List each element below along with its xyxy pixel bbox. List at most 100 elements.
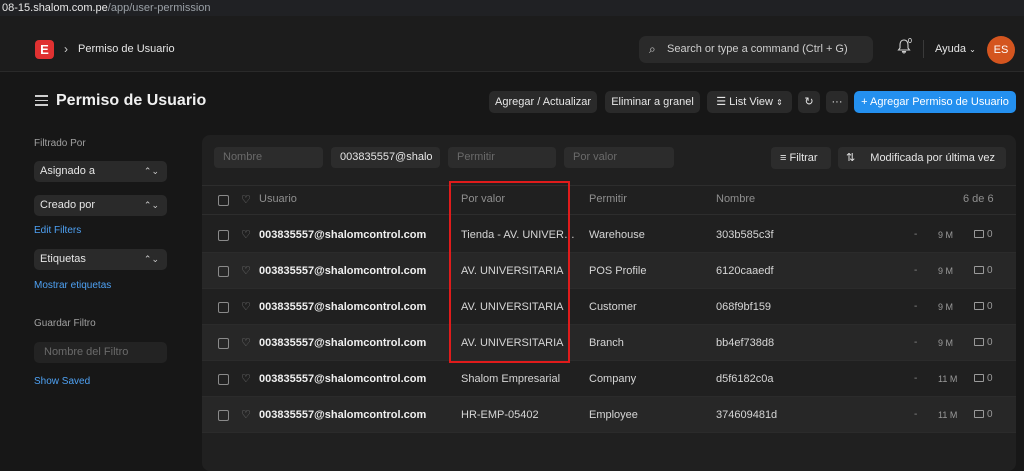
divider bbox=[923, 40, 924, 58]
chevron-updown-icon: ⌃⌄ bbox=[143, 200, 159, 210]
heart-icon[interactable]: ♡ bbox=[241, 372, 251, 385]
row-modified-time: 11 M bbox=[938, 374, 958, 384]
chevron-down-icon: ⌄ bbox=[969, 45, 976, 54]
refresh-button[interactable]: ↻ bbox=[798, 91, 820, 113]
row-checkbox[interactable] bbox=[218, 410, 229, 421]
row-modified-time: 9 M bbox=[938, 338, 954, 348]
url-path: /app/user-permission bbox=[107, 2, 211, 14]
row-comment-count: 0 bbox=[987, 265, 993, 276]
row-dash: - bbox=[914, 229, 918, 240]
column-header-user[interactable]: Usuario bbox=[259, 193, 297, 205]
name-filter-input[interactable]: Nombre bbox=[214, 147, 323, 168]
comment-icon bbox=[974, 338, 984, 346]
sort-label: Modificada por última vez bbox=[870, 152, 996, 164]
row-modified-time: 9 M bbox=[938, 302, 954, 312]
help-label: Ayuda bbox=[935, 43, 966, 55]
allow-filter-input[interactable]: Permitir bbox=[448, 147, 556, 168]
notification-count: 0 bbox=[908, 38, 912, 45]
row-allow: Company bbox=[589, 373, 637, 385]
search-input[interactable]: ⌕ Search or type a command (Ctrl + G) bbox=[639, 36, 873, 63]
row-name: 303b585c3f bbox=[716, 229, 774, 241]
heart-icon[interactable]: ♡ bbox=[241, 300, 251, 313]
heart-icon[interactable]: ♡ bbox=[241, 336, 251, 349]
row-dash: - bbox=[914, 409, 918, 420]
heart-icon[interactable]: ♡ bbox=[241, 228, 251, 241]
show-tags-link[interactable]: Mostrar etiquetas bbox=[34, 280, 111, 291]
tags-filter[interactable]: Etiquetas ⌃⌄ bbox=[34, 249, 167, 270]
row-checkbox[interactable] bbox=[218, 302, 229, 313]
row-comment-count: 0 bbox=[987, 373, 993, 384]
help-dropdown[interactable]: Ayuda ⌄ bbox=[935, 43, 976, 55]
app-logo[interactable]: E bbox=[35, 40, 54, 59]
chevron-updown-icon: ⌃⌄ bbox=[143, 254, 159, 264]
row-user[interactable]: 003835557@shalomcontrol.com bbox=[259, 409, 439, 421]
breadcrumb[interactable]: Permiso de Usuario bbox=[78, 43, 175, 55]
comment-icon bbox=[974, 374, 984, 382]
row-user[interactable]: 003835557@shalomcontrol.com bbox=[259, 301, 439, 313]
search-placeholder: Search or type a command (Ctrl + G) bbox=[667, 43, 848, 55]
row-comments[interactable]: 0 bbox=[974, 229, 993, 240]
row-comments[interactable]: 0 bbox=[974, 301, 993, 312]
row-checkbox[interactable] bbox=[218, 266, 229, 277]
edit-filters-link[interactable]: Edit Filters bbox=[34, 225, 81, 236]
row-comments[interactable]: 0 bbox=[974, 265, 993, 276]
filter-button[interactable]: ≡ Filtrar bbox=[771, 147, 831, 169]
column-header-allow[interactable]: Permitir bbox=[589, 193, 627, 205]
filter-name-input[interactable]: Nombre del Filtro bbox=[34, 342, 167, 363]
show-saved-link[interactable]: Show Saved bbox=[34, 376, 90, 387]
bulk-delete-button[interactable]: Eliminar a granel bbox=[605, 91, 700, 113]
filter-button-label: Filtrar bbox=[789, 152, 818, 164]
row-allow: Employee bbox=[589, 409, 638, 421]
row-user[interactable]: 003835557@shalomcontrol.com bbox=[259, 265, 439, 277]
heart-icon[interactable]: ♡ bbox=[241, 408, 251, 421]
created-by-label: Creado por bbox=[40, 199, 96, 211]
created-by-filter[interactable]: Creado por ⌃⌄ bbox=[34, 195, 167, 216]
record-count: 6 de 6 bbox=[963, 193, 994, 205]
heart-icon[interactable]: ♡ bbox=[241, 264, 251, 277]
sidebar-toggle-icon[interactable] bbox=[35, 95, 48, 109]
row-modified-time: 11 M bbox=[938, 410, 958, 420]
row-dash: - bbox=[914, 265, 918, 276]
row-dash: - bbox=[914, 301, 918, 312]
row-comments[interactable]: 0 bbox=[974, 337, 993, 348]
select-all-checkbox[interactable] bbox=[218, 195, 229, 206]
browser-url-bar[interactable]: 08-15.shalom.com.pe/app/user-permission bbox=[0, 0, 1024, 16]
page-title: Permiso de Usuario bbox=[56, 92, 207, 109]
user-filter-input[interactable]: 003835557@shalo bbox=[331, 147, 440, 168]
more-menu-button[interactable]: ··· bbox=[826, 91, 848, 113]
filter-icon: ≡ bbox=[780, 152, 787, 164]
list-view-label: List View bbox=[729, 96, 773, 108]
search-icon: ⌕ bbox=[649, 42, 656, 56]
row-comment-count: 0 bbox=[987, 337, 993, 348]
comment-icon bbox=[974, 302, 984, 310]
chevron-right-icon: › bbox=[64, 42, 68, 56]
list-view-selector[interactable]: ☰ List View ⇕ bbox=[707, 91, 792, 113]
logo-letter: E bbox=[40, 42, 49, 57]
add-update-button[interactable]: Agregar / Actualizar bbox=[489, 91, 597, 113]
row-user[interactable]: 003835557@shalomcontrol.com bbox=[259, 373, 439, 385]
row-name: 374609481d bbox=[716, 409, 778, 421]
assigned-to-filter[interactable]: Asignado a ⌃⌄ bbox=[34, 161, 167, 182]
row-comments[interactable]: 0 bbox=[974, 373, 993, 384]
save-filter-heading: Guardar Filtro bbox=[34, 318, 96, 329]
row-for-value: Shalom Empresarial bbox=[461, 373, 561, 385]
highlight-box bbox=[449, 181, 570, 363]
row-checkbox[interactable] bbox=[218, 338, 229, 349]
row-checkbox[interactable] bbox=[218, 374, 229, 385]
row-comment-count: 0 bbox=[987, 301, 993, 312]
sort-selector[interactable]: ⇅ Modificada por última vez bbox=[838, 147, 1006, 169]
row-user[interactable]: 003835557@shalomcontrol.com bbox=[259, 337, 439, 349]
row-comment-count: 0 bbox=[987, 409, 993, 420]
add-user-permission-button[interactable]: + Agregar Permiso de Usuario bbox=[854, 91, 1016, 113]
heart-icon[interactable]: ♡ bbox=[241, 193, 251, 206]
row-dash: - bbox=[914, 373, 918, 384]
tags-label: Etiquetas bbox=[40, 253, 86, 265]
row-comments[interactable]: 0 bbox=[974, 409, 993, 420]
avatar[interactable]: ES bbox=[987, 36, 1015, 64]
for-value-filter-input[interactable]: Por valor bbox=[564, 147, 674, 168]
row-checkbox[interactable] bbox=[218, 230, 229, 241]
row-name: 068f9bf159 bbox=[716, 301, 772, 313]
column-header-name[interactable]: Nombre bbox=[716, 193, 755, 205]
row-user[interactable]: 003835557@shalomcontrol.com bbox=[259, 229, 439, 241]
row-allow: Warehouse bbox=[589, 229, 645, 241]
